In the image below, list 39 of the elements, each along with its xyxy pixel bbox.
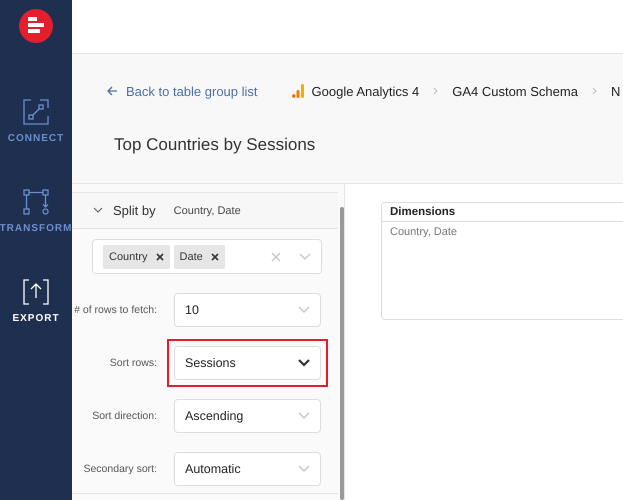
- dropdown[interactable]: Automatic: [174, 452, 321, 486]
- chevron-right-icon: [433, 87, 438, 95]
- breadcrumb-item[interactable]: Google Analytics 4: [292, 84, 420, 98]
- multi-select-field[interactable]: Country Date: [92, 239, 322, 274]
- field-label: # of rows to fetch:: [74, 304, 157, 316]
- field-label: Secondary sort:: [83, 463, 157, 475]
- tag-chip: Date: [174, 244, 225, 268]
- arrow-left-icon: [107, 86, 118, 96]
- card-header: Dimensions: [382, 203, 623, 222]
- chevron-down-icon: [298, 465, 310, 473]
- chevron-down-icon: [298, 359, 310, 367]
- nav-item[interactable]: TRANSFORM: [0, 189, 72, 234]
- field-label: Sort rows:: [110, 357, 157, 369]
- nav-item[interactable]: EXPORT: [0, 279, 72, 324]
- chevron-down-icon: [298, 412, 310, 420]
- dropdown[interactable]: Sessions: [174, 346, 321, 380]
- field-label: Sort direction:: [92, 410, 157, 422]
- page-title: Top Countries by Sessions: [114, 135, 316, 156]
- scrollbar[interactable]: [340, 207, 344, 500]
- tag-chip: Country: [103, 244, 170, 268]
- back-link[interactable]: Back to table group list: [107, 84, 258, 98]
- remove-icon[interactable]: [210, 252, 219, 260]
- link-icon: [23, 99, 49, 125]
- logo-icon[interactable]: [19, 9, 53, 43]
- section-header[interactable]: Split by Country, Date: [72, 192, 338, 229]
- dropdown[interactable]: 10: [174, 293, 321, 327]
- remove-icon[interactable]: [156, 252, 164, 260]
- dropdown[interactable]: Ascending: [174, 399, 321, 433]
- chevron-down-icon[interactable]: [93, 207, 103, 214]
- breadcrumb-item[interactable]: GA4 Custom Schema: [452, 84, 578, 98]
- chevron-down-icon: [298, 306, 310, 314]
- flow-icon: [23, 189, 49, 215]
- upload-icon: [23, 279, 49, 305]
- breadcrumb-item[interactable]: N: [610, 84, 620, 98]
- chevron-down-icon: [299, 252, 311, 260]
- chevron-right-icon: [592, 87, 597, 95]
- bar-chart-icon: [292, 84, 304, 98]
- card-text: Country, Date: [389, 225, 458, 240]
- nav-item[interactable]: CONNECT: [0, 99, 72, 144]
